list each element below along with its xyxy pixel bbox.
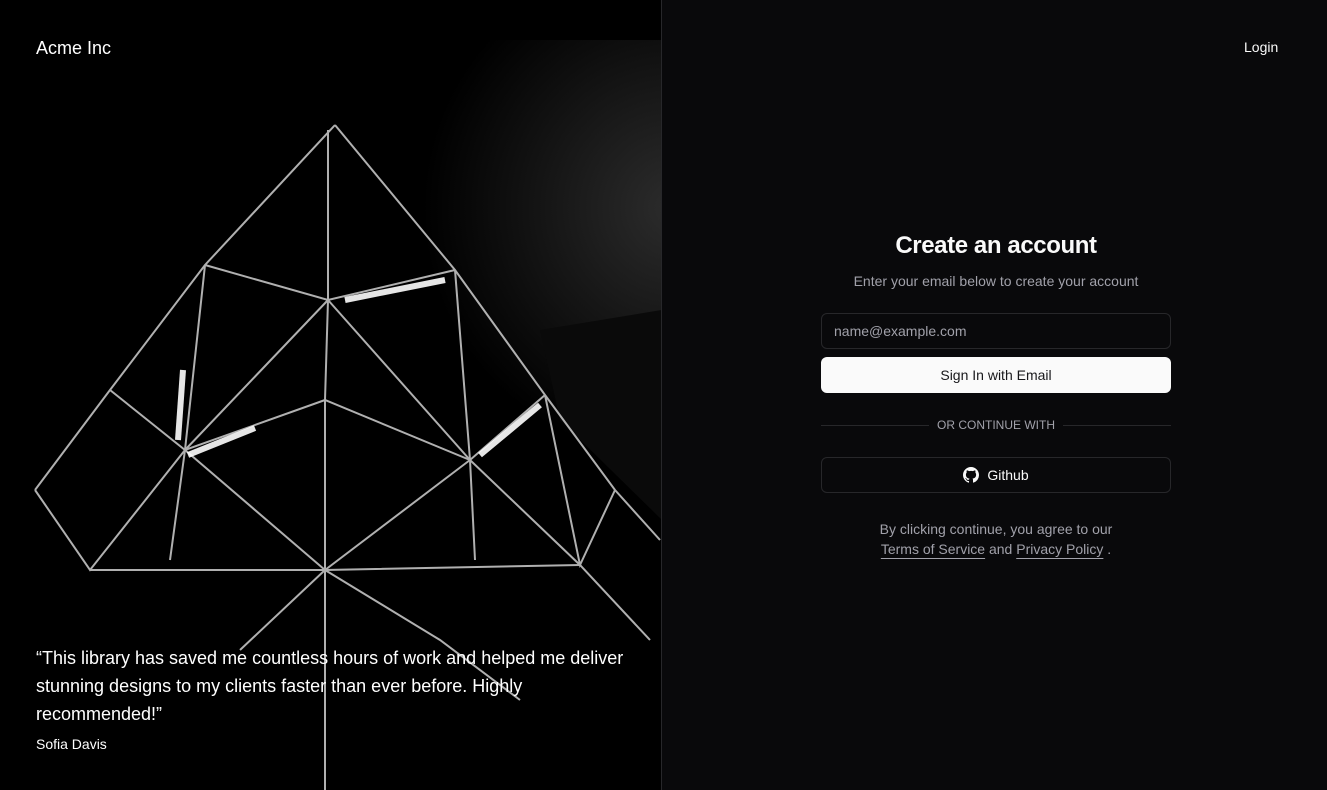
signup-form: Create an account Enter your email below… bbox=[821, 230, 1171, 559]
legal-period: . bbox=[1107, 541, 1112, 557]
divider-line bbox=[1063, 424, 1171, 426]
email-input[interactable] bbox=[821, 313, 1171, 349]
privacy-policy-link[interactable]: Privacy Policy bbox=[1016, 541, 1103, 557]
testimonial-quote: “This library has saved me countless hou… bbox=[36, 648, 624, 724]
divider: OR CONTINUE WITH bbox=[821, 417, 1171, 433]
sign-in-with-email-button[interactable]: Sign In with Email bbox=[821, 357, 1171, 393]
legal-text: By clicking continue, you agree to our T… bbox=[821, 519, 1171, 559]
page-title: Create an account bbox=[895, 232, 1097, 259]
terms-of-service-link[interactable]: Terms of Service bbox=[881, 541, 985, 557]
github-icon bbox=[963, 467, 980, 483]
legal-prefix: By clicking continue, you agree to our bbox=[879, 521, 1113, 537]
hero-panel: Acme Inc “This library has saved me coun… bbox=[0, 0, 662, 790]
brand-logo-text: Acme Inc bbox=[36, 38, 112, 58]
legal-and: and bbox=[988, 541, 1013, 557]
github-button[interactable]: Github bbox=[821, 457, 1171, 493]
divider-line bbox=[821, 424, 929, 426]
github-button-label: Github bbox=[987, 467, 1029, 483]
page-subtitle: Enter your email below to create your ac… bbox=[853, 273, 1139, 289]
testimonial-author: Sofia Davis bbox=[36, 736, 107, 752]
login-link[interactable]: Login bbox=[1232, 35, 1290, 59]
divider-label: OR CONTINUE WITH bbox=[937, 418, 1055, 432]
